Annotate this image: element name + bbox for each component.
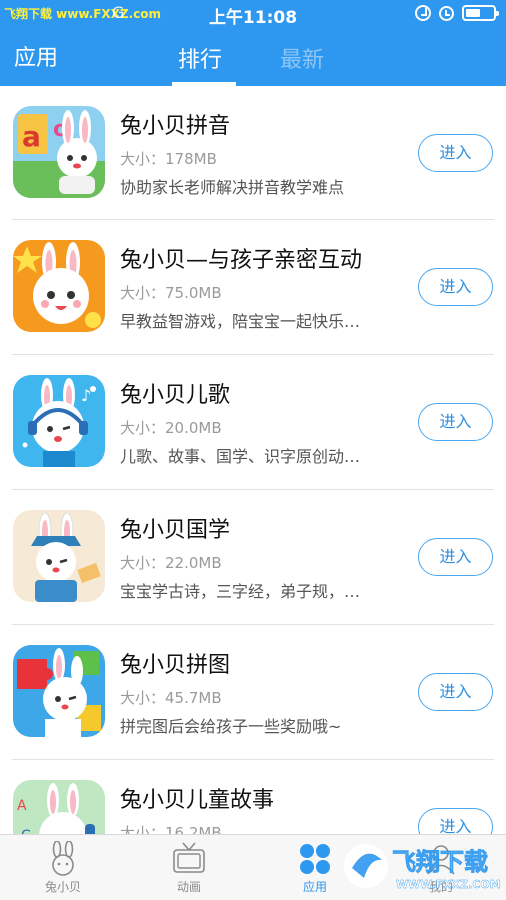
app-size: 大小：178MB <box>120 150 217 168</box>
enter-button[interactable]: 进入 <box>418 403 493 441</box>
app-icon-interact[interactable] <box>13 240 105 332</box>
tv-icon <box>173 842 205 873</box>
list-item[interactable]: 兔小贝—与孩子亲密互动 大小：75.0MB 早教益智游戏，陪宝宝一起快乐… 进入 <box>0 220 506 355</box>
enter-button[interactable]: 进入 <box>418 673 493 711</box>
svg-text:A: A <box>17 798 27 814</box>
app-size: 大小：16.2MB <box>120 824 222 834</box>
tabbar-item-rabbit[interactable]: 兔小贝 <box>0 835 126 900</box>
battery-level <box>466 9 481 17</box>
app-size: 大小：75.0MB <box>120 284 222 302</box>
list-item[interactable]: ♪ 兔小贝儿歌 大小：20.0MB 儿歌、故事、国学、识字原创动… 进入 <box>0 355 506 490</box>
battery-icon <box>462 5 499 21</box>
app-list[interactable]: a o 兔小贝拼音 大小：178MB 协助家长老师解决拼音教学难点 进入 兔小贝… <box>0 86 506 834</box>
app-size: 大小：22.0MB <box>120 554 222 572</box>
apps-grid-icon <box>300 844 330 874</box>
app-name: 兔小贝国学 <box>120 518 231 543</box>
app-name: 兔小贝儿童故事 <box>120 788 275 813</box>
app-name: 兔小贝—与孩子亲密互动 <box>120 248 363 273</box>
list-item[interactable]: A C 兔小贝儿童故事 大小：16.2MB 进入 <box>0 760 506 834</box>
watermark-logo: 飞翔下载 WWW.FXXZ.COM <box>340 838 501 896</box>
app-size: 大小：45.7MB <box>120 689 222 707</box>
app-icon-songs[interactable]: ♪ <box>13 375 105 467</box>
app-icon-puzzle[interactable] <box>13 645 105 737</box>
tabbar-label: 动画 <box>176 880 201 894</box>
tab-ranking[interactable]: 排行 <box>178 42 222 74</box>
enter-button[interactable]: 进入 <box>418 134 493 172</box>
app-description: 宝宝学古诗，三字经，弟子规，… <box>120 582 361 601</box>
list-item[interactable]: 兔小贝拼图 大小：45.7MB 拼完图后会给孩子一些奖励哦~ 进入 <box>0 625 506 760</box>
rabbit-icon <box>52 841 74 876</box>
app-description: 儿歌、故事、国学、识字原创动… <box>120 447 361 466</box>
enter-button[interactable]: 进入 <box>418 538 493 576</box>
app-name: 兔小贝儿歌 <box>120 383 231 408</box>
rotation-lock-icon <box>415 5 431 21</box>
enter-button[interactable]: 进入 <box>418 268 493 306</box>
list-item[interactable]: 兔小贝国学 大小：22.0MB 宝宝学古诗，三字经，弟子规，… 进入 <box>0 490 506 625</box>
app-name: 兔小贝拼音 <box>120 114 231 139</box>
page-title: 应用 <box>14 46 59 71</box>
status-icons <box>415 5 499 21</box>
top-bar: 飞翔下载 www.FXXZ.com G 上午11:08 应用 排行 最新 <box>0 0 506 86</box>
list-item[interactable]: a o 兔小贝拼音 大小：178MB 协助家长老师解决拼音教学难点 进入 <box>0 86 506 220</box>
status-bar: 飞翔下载 www.FXXZ.com G 上午11:08 <box>0 0 506 30</box>
app-icon-guoxue[interactable] <box>13 510 105 602</box>
svg-text:♪: ♪ <box>81 386 91 405</box>
app-icon-story[interactable]: A C <box>13 780 105 834</box>
app-description: 拼完图后会给孩子一些奖励哦~ <box>120 717 342 736</box>
tabbar-item-animation[interactable]: 动画 <box>126 835 252 900</box>
tabbar-label: 兔小贝 <box>44 880 81 894</box>
svg-text:WWW.FXXZ.COM: WWW.FXXZ.COM <box>396 878 500 891</box>
alarm-icon <box>439 5 454 21</box>
svg-text:a: a <box>22 120 41 153</box>
app-icon-pinyin[interactable]: a o <box>13 106 105 198</box>
app-size: 大小：20.0MB <box>120 419 222 437</box>
tab-latest[interactable]: 最新 <box>280 42 324 74</box>
app-description: 协助家长老师解决拼音教学难点 <box>120 178 345 197</box>
svg-text:飞翔下载: 飞翔下载 <box>392 848 488 876</box>
app-name: 兔小贝拼图 <box>120 653 231 678</box>
enter-button[interactable]: 进入 <box>418 808 493 834</box>
app-description: 早教益智游戏，陪宝宝一起快乐… <box>120 312 361 331</box>
